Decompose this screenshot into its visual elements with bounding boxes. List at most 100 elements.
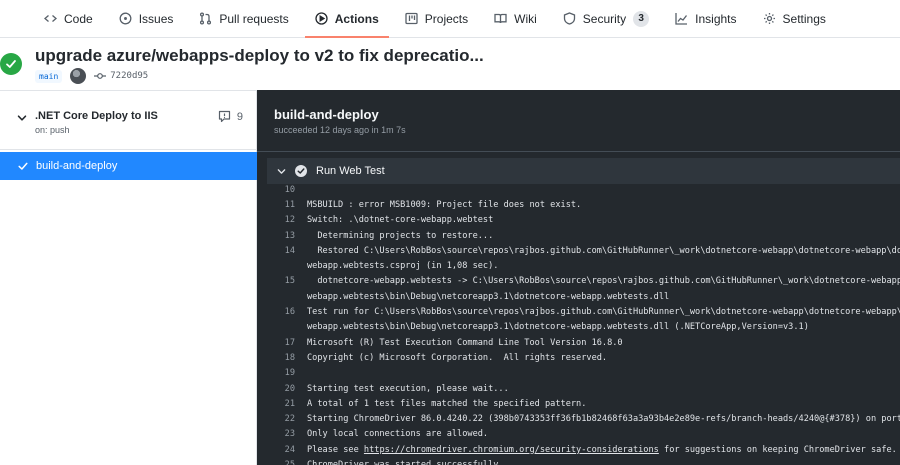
log-line: webapp.webtests\bin\Debug\netcoreapp3.1\… bbox=[257, 289, 900, 304]
tab-label: Security bbox=[582, 11, 627, 26]
line-number[interactable]: 13 bbox=[257, 231, 307, 241]
tab-actions[interactable]: Actions bbox=[304, 0, 389, 38]
tab-wiki[interactable]: Wiki bbox=[484, 0, 547, 37]
line-number[interactable]: 15 bbox=[257, 276, 307, 286]
line-number[interactable]: 12 bbox=[257, 215, 307, 225]
workflow-name[interactable]: .NET Core Deploy to IIS bbox=[35, 110, 158, 122]
tab-label: Issues bbox=[138, 11, 174, 26]
issue-icon bbox=[119, 12, 132, 25]
log-line: 11 MSBUILD : error MSB1009: Project file … bbox=[257, 197, 900, 212]
line-text: webapp.webtests\bin\Debug\netcoreapp3.1\… bbox=[307, 322, 809, 332]
chevron-down-icon[interactable] bbox=[277, 167, 286, 176]
workflow-item[interactable]: .NET Core Deploy to IIS on: push 9 bbox=[0, 90, 257, 150]
line-number[interactable]: 21 bbox=[257, 399, 307, 409]
check-icon bbox=[18, 162, 28, 170]
line-number[interactable]: 25 bbox=[257, 460, 307, 465]
log-line: 16 Test run for C:\Users\RobBos\source\re… bbox=[257, 304, 900, 319]
line-text: Only local connections are allowed. bbox=[307, 429, 488, 439]
log-line: 18 Copyright (c) Microsoft Corporation. A… bbox=[257, 350, 900, 365]
line-number[interactable]: 10 bbox=[257, 185, 307, 195]
step-success-icon bbox=[295, 165, 307, 177]
annotations-count: 9 bbox=[236, 110, 243, 123]
line-text-content: Starting ChromeDriver 86.0.4240.22 (398b… bbox=[307, 414, 900, 425]
line-text: Please see https://chromedriver.chromium… bbox=[307, 445, 897, 455]
line-text-content: ChromeDriver was started successfully. bbox=[307, 459, 504, 465]
tab-insights[interactable]: Insights bbox=[665, 0, 746, 37]
gear-icon bbox=[763, 13, 775, 24]
line-number[interactable]: 17 bbox=[257, 338, 307, 348]
log-line: 22 Starting ChromeDriver 86.0.4240.22 (39… bbox=[257, 411, 900, 426]
line-text: Test run for C:\Users\RobBos\source\repo… bbox=[307, 307, 900, 317]
book-icon bbox=[494, 13, 507, 24]
log-line: 19 bbox=[257, 366, 900, 381]
tab-label: Actions bbox=[334, 11, 379, 26]
tab-projects[interactable]: Projects bbox=[395, 0, 478, 37]
tab-pull-requests[interactable]: Pull requests bbox=[189, 0, 298, 37]
log-line: 13 Determining projects to restore... bbox=[257, 228, 900, 243]
job-label: build-and-deploy bbox=[36, 160, 118, 172]
workflow-trigger: on: push bbox=[35, 125, 70, 135]
tab-label: Pull requests bbox=[219, 11, 289, 26]
job-item-build-and-deploy[interactable]: build-and-deploy bbox=[0, 152, 257, 180]
workflow-sidebar: .NET Core Deploy to IIS on: push 9 build… bbox=[0, 90, 257, 465]
line-text: Starting test execution, please wait... bbox=[307, 384, 509, 394]
step-name: Run Web Test bbox=[316, 165, 385, 177]
play-icon bbox=[315, 12, 328, 25]
avatar[interactable] bbox=[70, 68, 87, 84]
log-line: 10 bbox=[257, 182, 900, 197]
line-number[interactable]: 14 bbox=[257, 246, 307, 256]
line-text-content: Switch: .\dotnet-core-webapp.webtest bbox=[307, 215, 494, 226]
run-title: upgrade azure/webapps-deploy to v2 to fi… bbox=[35, 46, 484, 65]
line-number[interactable]: 20 bbox=[257, 384, 307, 394]
annotations-link[interactable]: 9 bbox=[218, 110, 243, 123]
job-log-panel: build-and-deploy succeeded 12 days ago i… bbox=[257, 90, 900, 465]
line-number[interactable]: 22 bbox=[257, 414, 307, 424]
line-text-content: MSBUILD : error MSB1009: Project file do… bbox=[307, 199, 582, 210]
comment-icon bbox=[218, 110, 230, 123]
project-icon bbox=[405, 12, 418, 25]
branch-badge[interactable]: main bbox=[35, 69, 63, 83]
line-number[interactable]: 23 bbox=[257, 429, 307, 439]
line-text: MSBUILD : error MSB1009: Project file do… bbox=[307, 200, 581, 210]
step-run-web-test[interactable]: Run Web Test bbox=[267, 158, 900, 184]
log-line: webapp.webtests\bin\Debug\netcoreapp3.1\… bbox=[257, 320, 900, 335]
line-text-content: webapp.webtests\bin\Debug\netcoreapp3.1\… bbox=[307, 291, 670, 302]
line-text-content: Copyright (c) Microsoft Corporation. All… bbox=[307, 352, 608, 363]
line-text: Microsoft (R) Test Execution Command Lin… bbox=[307, 338, 623, 348]
line-text: Copyright (c) Microsoft Corporation. All… bbox=[307, 353, 607, 363]
commit-link[interactable]: 7220d95 bbox=[94, 71, 148, 81]
job-status: succeeded 12 days ago in 1m 7s bbox=[274, 125, 406, 135]
shield-icon bbox=[563, 12, 575, 25]
log-line: webapp.webtests.csproj (in 1,08 sec). bbox=[257, 258, 900, 273]
line-number[interactable]: 24 bbox=[257, 445, 307, 455]
line-text: Determining projects to restore... bbox=[307, 231, 493, 241]
tab-issues[interactable]: Issues bbox=[109, 0, 184, 37]
line-text-content: A total of 1 test files matched the spec… bbox=[307, 398, 587, 409]
line-number[interactable]: 11 bbox=[257, 200, 307, 210]
line-text-content: Determining projects to restore... bbox=[307, 230, 494, 241]
line-text-content: Starting test execution, please wait... bbox=[307, 383, 509, 394]
tab-settings[interactable]: Settings bbox=[753, 0, 836, 37]
commit-icon bbox=[94, 73, 107, 79]
log-line: 24 Please see https://chromedriver.chromi… bbox=[257, 442, 900, 457]
line-text-content: webapp.webtests\bin\Debug\netcoreapp3.1\… bbox=[307, 322, 809, 333]
line-text-suffix: for suggestions on keeping ChromeDriver … bbox=[658, 444, 897, 455]
code-icon bbox=[44, 15, 57, 22]
log-line: 17 Microsoft (R) Test Execution Command L… bbox=[257, 335, 900, 350]
success-status-icon bbox=[0, 53, 22, 75]
tab-code[interactable]: Code bbox=[34, 0, 103, 37]
tab-security[interactable]: Security 3 bbox=[553, 0, 659, 37]
repo-nav: Code Issues Pull requests Actions Projects Wi… bbox=[0, 0, 900, 38]
pull-request-icon bbox=[200, 12, 212, 25]
line-number[interactable]: 18 bbox=[257, 353, 307, 363]
line-text-content: Restored C:\Users\RobBos\source\repos\ra… bbox=[307, 245, 900, 256]
line-number[interactable]: 19 bbox=[257, 368, 307, 378]
line-text-content: Only local connections are allowed. bbox=[307, 429, 489, 440]
line-number[interactable]: 16 bbox=[257, 307, 307, 317]
tab-label: Settings bbox=[782, 11, 826, 26]
graph-icon bbox=[675, 13, 688, 25]
run-meta: main 7220d95 bbox=[35, 68, 148, 84]
security-considerations-link[interactable]: https://chromedriver.chromium.org/securi… bbox=[364, 445, 659, 455]
chevron-down-icon[interactable] bbox=[17, 113, 27, 123]
tab-label: Projects bbox=[424, 11, 469, 26]
